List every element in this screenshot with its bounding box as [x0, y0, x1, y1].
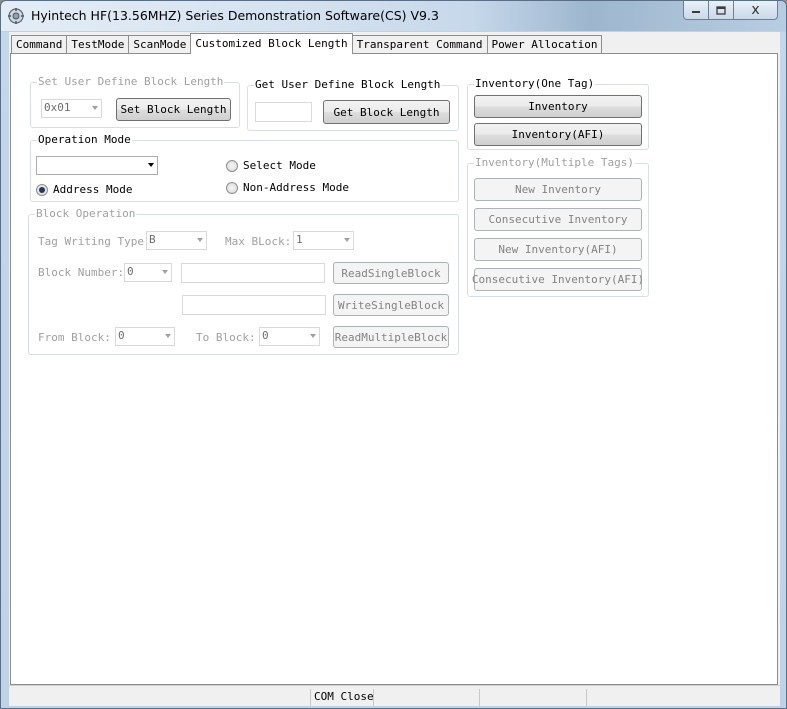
close-icon: x	[751, 2, 760, 18]
set-block-length-legend: Set User Define Block Length	[37, 75, 225, 88]
title-bar[interactable]: Hyintech HF(13.56MHZ) Series Demonstrati…	[1, 1, 786, 31]
inventory-multiple-tags-legend: Inventory(Multiple Tags)	[474, 156, 635, 169]
set-block-length-button[interactable]: Set Block Length	[116, 98, 231, 121]
app-window: Hyintech HF(13.56MHZ) Series Demonstrati…	[0, 0, 787, 709]
app-gear-icon	[8, 8, 24, 24]
block-length-output[interactable]	[255, 102, 312, 122]
from-block-value: 0	[118, 329, 125, 342]
get-block-length-button[interactable]: Get Block Length	[323, 100, 450, 124]
read-multiple-block-button[interactable]: ReadMultipleBlock	[333, 326, 449, 348]
close-button[interactable]: x	[734, 1, 778, 20]
status-panel-4	[479, 689, 586, 706]
chevron-down-icon	[165, 334, 171, 338]
block-operation-group: Block Operation Tag Writing Type: B Max …	[28, 208, 459, 355]
tab-strip: Command TestMode ScanMode Customized Blo…	[11, 33, 603, 54]
new-inventory-afi-button[interactable]: New Inventory(AFI)	[474, 238, 642, 261]
tag-writing-type-value: B	[149, 233, 156, 246]
window-title: Hyintech HF(13.56MHZ) Series Demonstrati…	[31, 8, 439, 23]
maximize-icon	[716, 5, 726, 15]
radio-indicator-selected	[36, 183, 48, 196]
chevron-down-icon	[162, 270, 168, 274]
tab-transparent-command[interactable]: Transparent Command	[351, 35, 488, 54]
com-status: COM Close	[310, 689, 374, 706]
inventory-button[interactable]: Inventory	[474, 95, 642, 118]
chevron-down-icon	[197, 238, 203, 242]
inventory-multiple-tags-group: Inventory(Multiple Tags) New Inventory C…	[467, 157, 649, 297]
radio-indicator	[226, 159, 238, 172]
max-block-value: 1	[296, 233, 303, 246]
address-mode-label: Address Mode	[53, 183, 133, 196]
operation-mode-group: Operation Mode Select Mode Address Mode …	[30, 134, 459, 202]
caption-buttons: x	[683, 1, 778, 21]
chevron-down-icon	[92, 106, 98, 110]
get-block-length-legend: Get User Define Block Length	[254, 78, 442, 91]
tab-scanmode[interactable]: ScanMode	[128, 35, 192, 54]
non-address-mode-label: Non-Address Mode	[243, 181, 349, 194]
new-inventory-button[interactable]: New Inventory	[474, 178, 642, 201]
status-panel-3	[373, 689, 479, 706]
minimize-icon	[692, 11, 700, 13]
from-block-combo[interactable]: 0	[115, 327, 175, 346]
tab-testmode[interactable]: TestMode	[66, 35, 130, 54]
chevron-down-icon	[148, 163, 154, 167]
tag-writing-type-combo[interactable]: B	[146, 231, 207, 250]
to-block-label: To Block:	[196, 331, 256, 344]
read-single-block-data[interactable]	[181, 263, 325, 283]
operation-mode-combo[interactable]	[36, 156, 158, 175]
select-mode-label: Select Mode	[243, 159, 316, 172]
block-number-combo[interactable]: 0	[124, 263, 172, 282]
tab-customized-block-length[interactable]: Customized Block Length	[190, 33, 353, 54]
write-single-block-data[interactable]	[182, 295, 326, 315]
tag-writing-type-label: Tag Writing Type:	[38, 235, 151, 248]
block-number-label: Block Number:	[38, 266, 125, 279]
chevron-down-icon	[310, 334, 316, 338]
non-address-mode-radio[interactable]: Non-Address Mode	[226, 181, 349, 194]
from-block-label: From Block:	[38, 331, 111, 344]
status-panel-5	[586, 689, 780, 706]
inventory-afi-button[interactable]: Inventory(AFI)	[474, 123, 642, 146]
set-block-length-group: Set User Define Block Length 0x01 Set Bl…	[30, 76, 240, 128]
status-panel-1	[9, 689, 310, 706]
get-block-length-group: Get User Define Block Length Get Block L…	[247, 79, 459, 131]
max-block-combo[interactable]: 1	[293, 231, 354, 250]
address-mode-radio[interactable]: Address Mode	[36, 183, 132, 196]
block-operation-legend: Block Operation	[35, 207, 137, 220]
max-block-label: Max BLock:	[225, 235, 292, 248]
block-length-combo-value: 0x01	[44, 101, 71, 114]
radio-indicator	[226, 181, 238, 194]
minimize-button[interactable]	[683, 1, 709, 20]
tab-panel: Set User Define Block Length 0x01 Set Bl…	[10, 53, 778, 685]
block-length-combo[interactable]: 0x01	[41, 99, 102, 118]
inventory-one-tag-legend: Inventory(One Tag)	[474, 77, 596, 90]
write-single-block-button[interactable]: WriteSingleBlock	[333, 294, 449, 316]
select-mode-radio[interactable]: Select Mode	[226, 159, 316, 172]
chevron-down-icon	[344, 238, 350, 242]
to-block-combo[interactable]: 0	[259, 327, 320, 346]
read-single-block-button[interactable]: ReadSingleBlock	[333, 262, 449, 284]
tab-command[interactable]: Command	[11, 35, 68, 54]
operation-mode-legend: Operation Mode	[37, 133, 132, 146]
consecutive-inventory-afi-button[interactable]: Consecutive Inventory(AFI)	[472, 268, 644, 291]
block-number-value: 0	[127, 265, 134, 278]
to-block-value: 0	[262, 329, 269, 342]
client-area: Command TestMode ScanMode Customized Blo…	[9, 32, 780, 706]
consecutive-inventory-button[interactable]: Consecutive Inventory	[474, 208, 642, 231]
inventory-one-tag-group: Inventory(One Tag) Inventory Inventory(A…	[467, 78, 649, 150]
maximize-button[interactable]	[709, 1, 734, 20]
tab-power-allocation[interactable]: Power Allocation	[486, 35, 603, 54]
status-bar: COM Close	[9, 685, 780, 706]
